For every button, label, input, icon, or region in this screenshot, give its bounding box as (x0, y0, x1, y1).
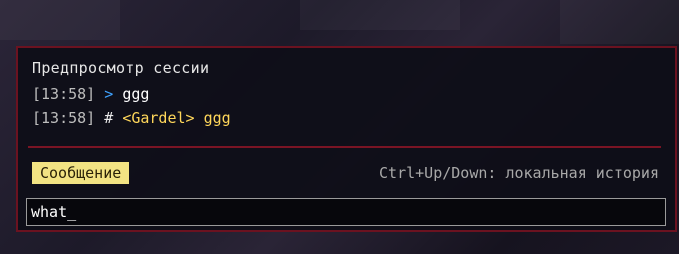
sender-name: <Gardel> (122, 109, 195, 127)
session-preview-panel: Предпросмотр сессии [13:58] > ggg [13:58… (16, 46, 677, 232)
divider (28, 146, 661, 148)
outgoing-arrow-icon: > (104, 85, 114, 103)
preview-title: Предпросмотр сессии (32, 59, 210, 77)
background-block (560, 0, 679, 44)
background-block (300, 0, 460, 30)
message-mode-badge[interactable]: Сообщение (32, 162, 130, 184)
chat-line: [13:58] > ggg (32, 84, 149, 104)
background-block (0, 0, 120, 40)
chat-message: ggg (122, 85, 150, 103)
channel-marker: # (104, 109, 114, 127)
timestamp: [13:58] (32, 85, 96, 103)
chat-input[interactable] (26, 198, 666, 226)
timestamp: [13:58] (32, 109, 96, 127)
history-hint: Ctrl+Up/Down: локальная история (379, 164, 659, 182)
chat-message: ggg (203, 109, 231, 127)
chat-line: [13:58] # <Gardel> ggg (32, 108, 231, 128)
